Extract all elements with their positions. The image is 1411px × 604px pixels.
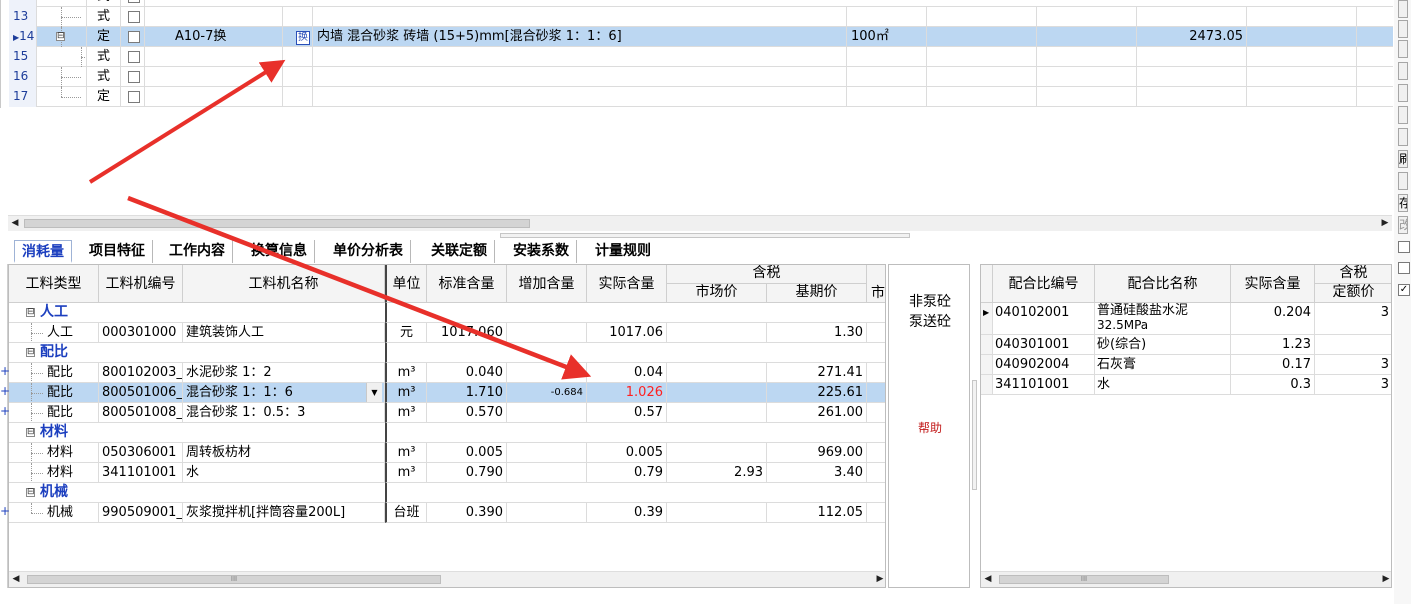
annotation-arrow-to-quota <box>88 59 286 184</box>
expand-plus-icon[interactable]: + <box>0 404 10 418</box>
expand-plus-icon[interactable]: + <box>0 384 10 398</box>
expand-plus-icon[interactable]: + <box>0 364 10 378</box>
annotation-arrows <box>88 59 592 380</box>
annotation-arrow-to-actual-qty <box>127 195 592 380</box>
expand-plus-icon[interactable]: + <box>0 504 10 518</box>
